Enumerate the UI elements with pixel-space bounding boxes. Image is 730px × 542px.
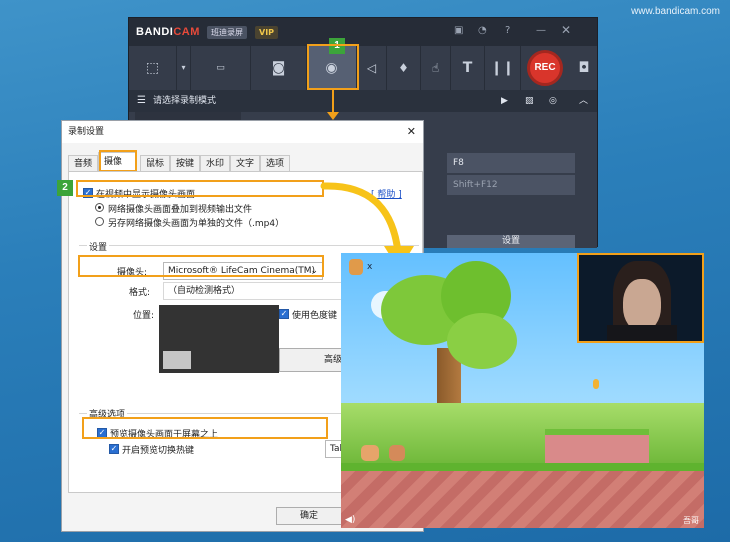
position-marker[interactable]: [163, 351, 191, 369]
gamepad-mode-icon: ◙: [271, 60, 286, 76]
game-logo: 吾哥: [683, 516, 699, 525]
cursor-icon: ☝: [431, 61, 440, 75]
pause-button[interactable]: ❙❙: [485, 46, 521, 90]
game-mode-button[interactable]: ◙: [251, 46, 307, 90]
app-name-badge: 班迪录屏: [207, 26, 247, 39]
webcam-overlay: [577, 253, 704, 343]
settings-button[interactable]: 设置: [447, 235, 575, 248]
player-icon: [389, 445, 405, 461]
lives-label: x: [367, 262, 373, 272]
tab-watermark[interactable]: 水印: [200, 155, 231, 171]
player-life-icon: [349, 259, 363, 275]
ok-button[interactable]: 确定: [276, 507, 342, 525]
rect-mode-button[interactable]: ⬚: [129, 46, 177, 90]
cursor-button[interactable]: ☝: [421, 46, 451, 90]
pause-icon: ❙❙: [490, 60, 515, 76]
help-icon[interactable]: ?: [505, 25, 510, 36]
chroma-key-checkbox[interactable]: ✓: [279, 309, 289, 319]
tab-audio[interactable]: 音频: [68, 155, 99, 171]
separate-file-label: 另存网络摄像头画面为单独的文件（.mp4）: [108, 219, 285, 229]
ground: [341, 471, 704, 528]
hdmi-mode-button[interactable]: ▭: [191, 46, 251, 90]
webcam-person-face: [623, 279, 661, 331]
tree-canopy-3: [447, 313, 517, 369]
show-webcam-highlight: [76, 180, 324, 197]
broadcast-icon[interactable]: ◎: [549, 90, 557, 112]
mode-bar-label: 请选择录制模式: [153, 96, 217, 106]
arrow-down-icon: [327, 112, 339, 120]
tab-text[interactable]: 文字: [230, 155, 261, 171]
text-button[interactable]: T: [451, 46, 485, 90]
ground-grass: [341, 463, 704, 471]
webcam-select-highlight: [78, 255, 324, 277]
speaker-icon[interactable]: ◀): [345, 515, 355, 525]
chevron-down-icon: ▾: [181, 63, 186, 72]
mode-dropdown-button[interactable]: ▾: [177, 46, 191, 90]
toggle-hotkey-checkbox[interactable]: ✓: [109, 444, 119, 454]
preview-on-top-highlight: [82, 417, 328, 439]
toggle-hotkey-label: 开启预览切换热键: [122, 446, 195, 456]
video-icon[interactable]: ▶: [501, 90, 508, 112]
tab-keys[interactable]: 按键: [170, 155, 201, 171]
tab-options[interactable]: 选项: [260, 155, 291, 171]
format-select[interactable]: （自动检测格式）: [163, 282, 349, 300]
minimize-icon[interactable]: —: [536, 25, 546, 36]
text-icon: T: [462, 60, 473, 76]
platform: [545, 429, 649, 463]
dialog-title: 录制设置: [68, 127, 105, 137]
hdmi-mode-icon: ▭: [216, 63, 225, 73]
menu-icon[interactable]: ☰: [137, 90, 146, 112]
folder-icon[interactable]: ▣: [454, 25, 463, 36]
separate-file-radio[interactable]: [95, 217, 104, 226]
watermark: www.bandicam.com: [631, 6, 720, 17]
clock-icon[interactable]: ◔: [478, 25, 487, 36]
enemy-icon: [361, 445, 379, 461]
webcam-highlight: [307, 44, 359, 90]
close-icon[interactable]: ✕: [561, 23, 571, 37]
webcam-tab-highlight: [99, 150, 137, 172]
camera-icon: ◘: [578, 60, 590, 76]
speaker-button[interactable]: ◁: [357, 46, 387, 90]
hotkey-field-2[interactable]: Shift+F12: [447, 175, 575, 195]
vip-badge: VIP: [255, 26, 279, 39]
overlay-radio[interactable]: [95, 203, 104, 212]
hotkey-field-1[interactable]: F8: [447, 153, 575, 173]
speaker-icon: ◁: [366, 61, 377, 75]
coin-icon: [593, 379, 599, 389]
settings-section-label: 设置: [87, 240, 110, 253]
tab-mouse[interactable]: 鼠标: [140, 155, 171, 171]
dialog-title-bar: 录制设置 ✕: [62, 121, 423, 143]
rect-mode-icon: ⬚: [145, 60, 160, 76]
toolbar: ⬚ ▾ ▭ ◙ ◉ ◁ ♦ ☝ T ❙❙ REC ◘: [129, 46, 597, 90]
rec-button[interactable]: REC: [527, 50, 563, 86]
format-label: 格式:: [129, 288, 151, 298]
chroma-key-label: 使用色度键: [292, 311, 338, 321]
mode-bar: ☰ 请选择录制模式 ▶ ▨ ◎ ︿: [129, 90, 597, 112]
arrow-line: [332, 90, 334, 114]
position-preview[interactable]: [159, 305, 279, 373]
callout-number-2: 2: [57, 180, 73, 196]
screenshot-button[interactable]: ◘: [569, 46, 599, 90]
overlay-radio-label: 网络摄像头画面叠加到视频输出文件: [108, 205, 253, 215]
bandicam-logo: BANDICAM: [136, 26, 200, 38]
collapse-icon[interactable]: ︿: [579, 90, 588, 112]
dialog-close-icon[interactable]: ✕: [407, 121, 416, 143]
mic-icon: ♦: [398, 61, 409, 75]
image-icon[interactable]: ▨: [525, 90, 534, 112]
position-label: 位置:: [133, 311, 155, 321]
mic-button[interactable]: ♦: [387, 46, 421, 90]
title-bar: BANDICAM 班迪录屏 VIP ▣ ◔ ? — ✕: [129, 18, 597, 46]
webcam-person-body: [607, 325, 677, 341]
